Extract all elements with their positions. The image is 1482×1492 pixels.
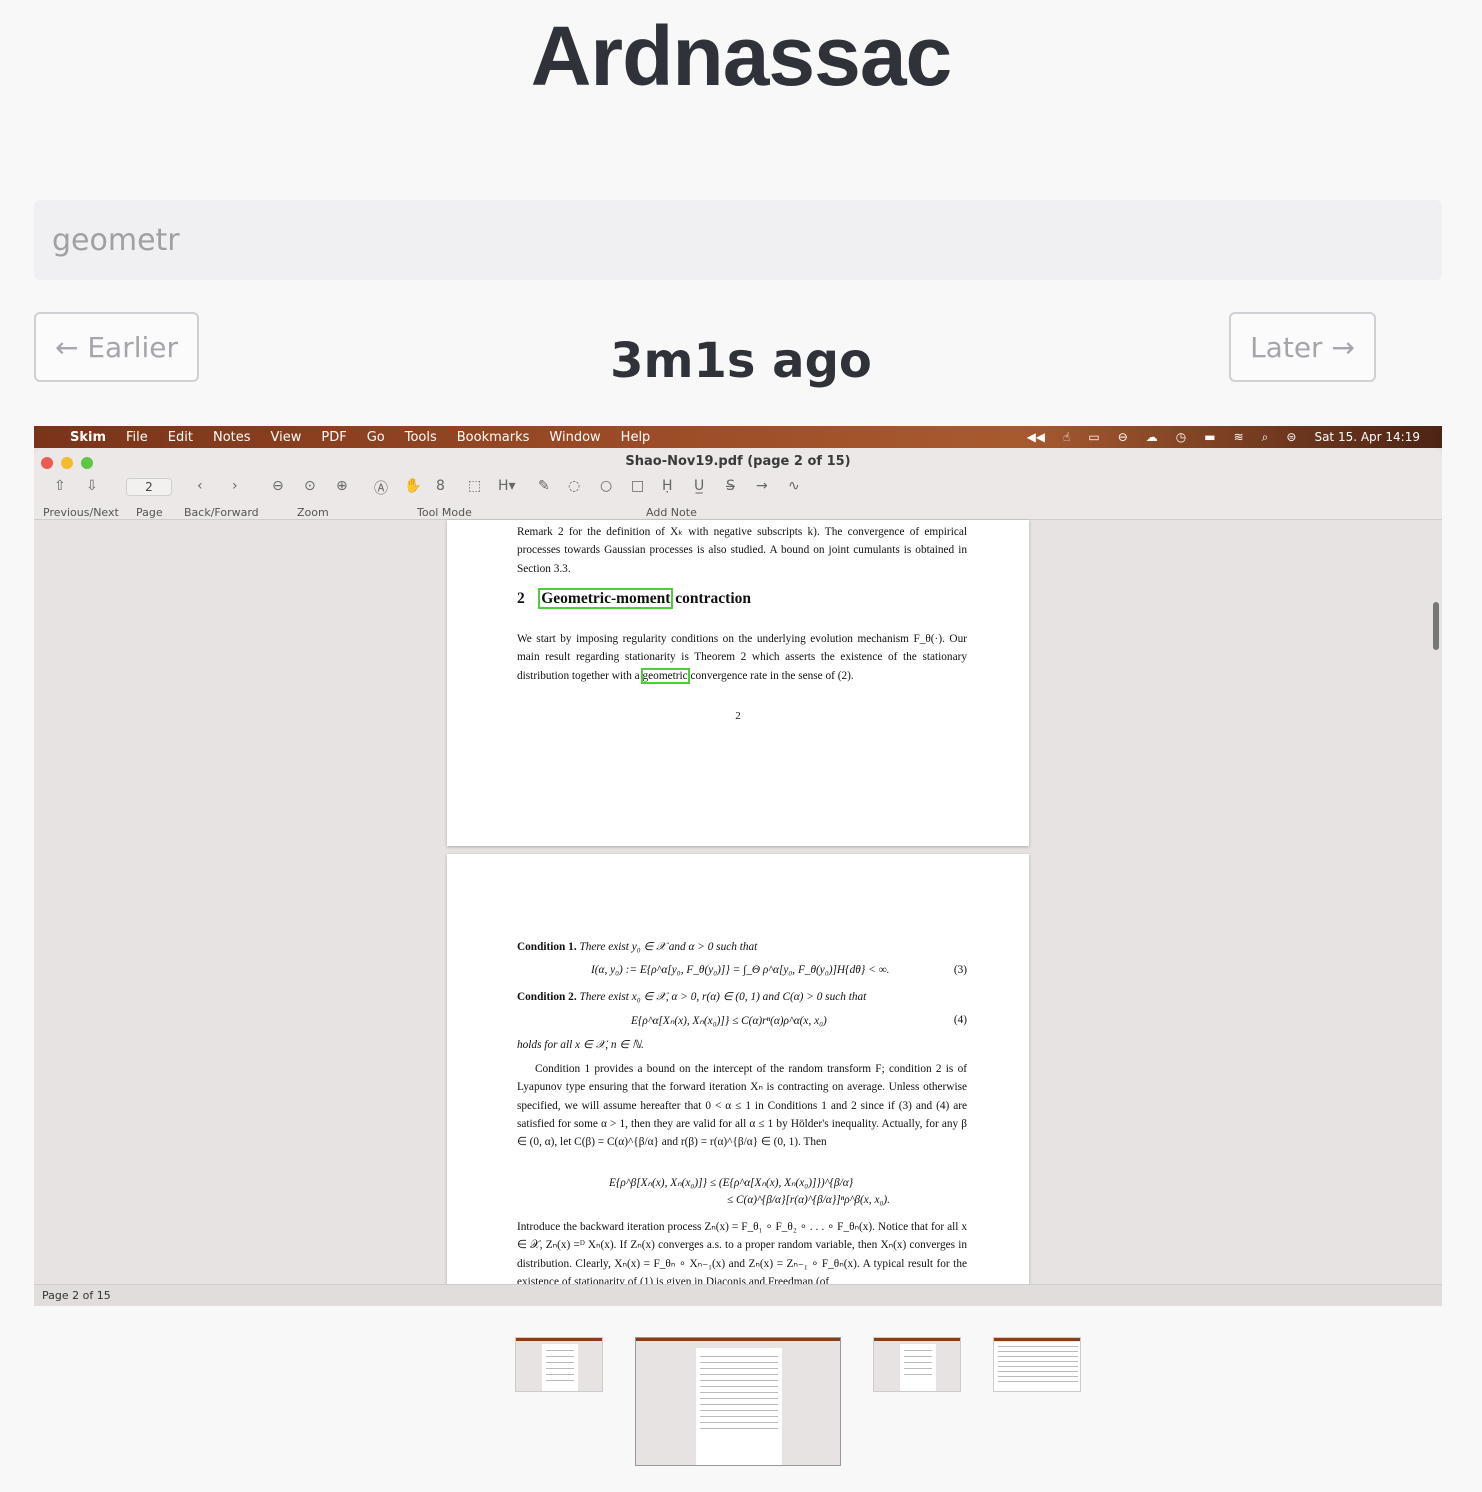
page-number: 2: [735, 710, 741, 722]
vertical-scrollbar[interactable]: [1433, 602, 1439, 650]
section-heading-rest: contraction: [675, 590, 751, 607]
control-center-icon[interactable]: ⊜: [1286, 430, 1296, 444]
label-page: Page: [136, 506, 163, 519]
inequality-line-1: E{ρ^β[Xₙ(x), Xₙ(x₀)]} ≤ (E{ρ^α[Xₙ(x), Xₙ…: [609, 1177, 854, 1189]
circle-note-icon[interactable]: ○: [600, 478, 612, 494]
condition-text: There exist y₀ ∈ 𝒳 and α > 0 such that: [579, 941, 758, 953]
equation-number: (3): [953, 964, 967, 976]
underline-note-icon[interactable]: U̲: [694, 478, 704, 494]
section-number: 2: [517, 590, 525, 607]
back-icon[interactable]: ‹: [197, 478, 203, 494]
thumbnail-1[interactable]: [515, 1337, 603, 1392]
screenshot-view[interactable]: Skim File Edit Notes View PDF Go Tools B…: [34, 426, 1442, 1306]
condition-label: Condition 1.: [517, 941, 577, 953]
search-highlight[interactable]: geometric: [640, 667, 690, 684]
mac-menubar: Skim File Edit Notes View PDF Go Tools B…: [34, 426, 1442, 448]
para-text: convergence rate in the sense of (2).: [690, 669, 854, 682]
condition-label: Condition 2.: [517, 991, 577, 1003]
later-button[interactable]: Later →: [1229, 312, 1376, 382]
label-zoom: Zoom: [297, 506, 329, 519]
do-not-disturb-icon[interactable]: ⊖: [1118, 430, 1128, 444]
holds-text: holds for all x ∈ 𝒳, n ∈ ℕ.: [517, 1039, 644, 1051]
screen-icon[interactable]: ▭: [1088, 430, 1099, 444]
label-tool-mode: Tool Mode: [417, 506, 472, 519]
menu-bookmarks[interactable]: Bookmarks: [457, 430, 530, 445]
highlight-mode-icon[interactable]: H▾: [498, 478, 516, 494]
menubar-clock[interactable]: Sat 15. Apr 14:19: [1314, 430, 1420, 444]
pdf-page-3[interactable]: Condition 1. There exist y₀ ∈ 𝒳 and α > …: [447, 854, 1029, 1288]
page-number-field[interactable]: 2: [126, 478, 172, 496]
section-heading: 2 Geometric-moment contraction: [517, 588, 751, 609]
equation-4: E{ρ^α[Xₙ(x), Xₙ(x₀)]} ≤ C(α)rⁿ(α)ρ^α(x, …: [631, 1015, 827, 1027]
line-note-icon[interactable]: →: [756, 478, 768, 494]
thumbnail-4[interactable]: [993, 1337, 1081, 1392]
select-tool-icon[interactable]: ⬚: [468, 478, 481, 494]
condition-text: There exist x₀ ∈ 𝒳, α > 0, r(α) ∈ (0, 1)…: [579, 991, 867, 1003]
thumbnail-2-selected[interactable]: [635, 1337, 841, 1466]
time-machine-icon[interactable]: ◷: [1176, 430, 1186, 444]
ink-note-icon[interactable]: ∿: [788, 478, 800, 494]
menu-help[interactable]: Help: [621, 430, 651, 445]
label-add-note: Add Note: [646, 506, 697, 519]
pdf-paragraph: Introduce the backward iteration process…: [517, 1221, 967, 1288]
pdf-paragraph: Remark 2 for the definition of Xₖ with n…: [517, 526, 967, 575]
app-title: Ardnassac: [530, 9, 953, 103]
menu-go[interactable]: Go: [367, 430, 385, 445]
magnify-tool-icon[interactable]: 8: [436, 478, 445, 494]
strikeout-note-icon[interactable]: S̶: [726, 478, 735, 494]
menu-notes[interactable]: Notes: [213, 430, 251, 445]
pen-note-icon[interactable]: ✎: [538, 478, 550, 494]
box-note-icon[interactable]: □: [631, 478, 644, 494]
highlight-note-icon[interactable]: Ḥ: [662, 478, 673, 494]
window-title: Shao-Nov19.pdf (page 2 of 15): [625, 454, 851, 469]
text-tool-icon[interactable]: Ⓐ: [374, 478, 388, 498]
menu-view[interactable]: View: [271, 430, 302, 445]
menu-file[interactable]: File: [126, 430, 148, 445]
condition-2: Condition 2. There exist x₀ ∈ 𝒳, α > 0, …: [517, 990, 866, 1004]
menu-tools[interactable]: Tools: [405, 430, 437, 445]
previous-page-icon[interactable]: ⇧: [54, 478, 66, 494]
zoom-actual-icon[interactable]: ⊙: [304, 478, 316, 494]
search-input[interactable]: [34, 200, 1442, 280]
equation-3: I(α, y₀) := E{ρ^α[y₀, F_θ(y₀)]} = ∫_Θ ρ^…: [591, 964, 890, 976]
pdf-paragraph: We start by imposing regularity conditio…: [517, 630, 967, 685]
zoom-out-icon[interactable]: ⊖: [272, 478, 284, 494]
next-page-icon[interactable]: ⇩: [86, 478, 98, 494]
label-back-forward: Back/Forward: [184, 506, 259, 519]
forward-icon[interactable]: ›: [232, 478, 238, 494]
equation-number: (4): [953, 1014, 967, 1026]
label-previous-next: Previous/Next: [43, 506, 119, 519]
pdf-page-2[interactable]: Remark 2 for the definition of Xₖ with n…: [447, 520, 1029, 846]
cloud-icon[interactable]: ☁: [1146, 430, 1158, 444]
text-note-icon[interactable]: ◌: [568, 478, 580, 494]
pdf-paragraph: Condition 1 provides a bound on the inte…: [517, 1063, 967, 1149]
menu-app-name[interactable]: Skim: [70, 430, 106, 445]
menu-pdf[interactable]: PDF: [321, 430, 346, 445]
status-bar: Page 2 of 15: [34, 1284, 1442, 1306]
condition-1: Condition 1. There exist y₀ ∈ 𝒳 and α > …: [517, 940, 757, 954]
menu-edit[interactable]: Edit: [168, 430, 193, 445]
hand-tool-icon[interactable]: ✋: [404, 478, 421, 494]
battery-icon[interactable]: ▬: [1204, 430, 1215, 444]
hand-icon[interactable]: ☝: [1063, 430, 1070, 444]
menu-window[interactable]: Window: [549, 430, 600, 445]
inequality-line-2: ≤ C(α)^{β/α}[r(α)^{β/α}]ⁿρ^β(x, x₀).: [727, 1194, 890, 1206]
thumbnail-3[interactable]: [873, 1337, 961, 1392]
zoom-in-icon[interactable]: ⊕: [336, 478, 348, 494]
spotlight-search-icon[interactable]: ⌕: [1262, 430, 1269, 445]
window-titlebar: Shao-Nov19.pdf (page 2 of 15) ⇧ ⇩ ‹ › ⊖ …: [34, 448, 1442, 520]
wifi-icon[interactable]: ≋: [1234, 430, 1244, 444]
rewind-icon[interactable]: ◀◀: [1027, 430, 1045, 444]
search-highlight[interactable]: Geometric-moment: [538, 588, 674, 609]
